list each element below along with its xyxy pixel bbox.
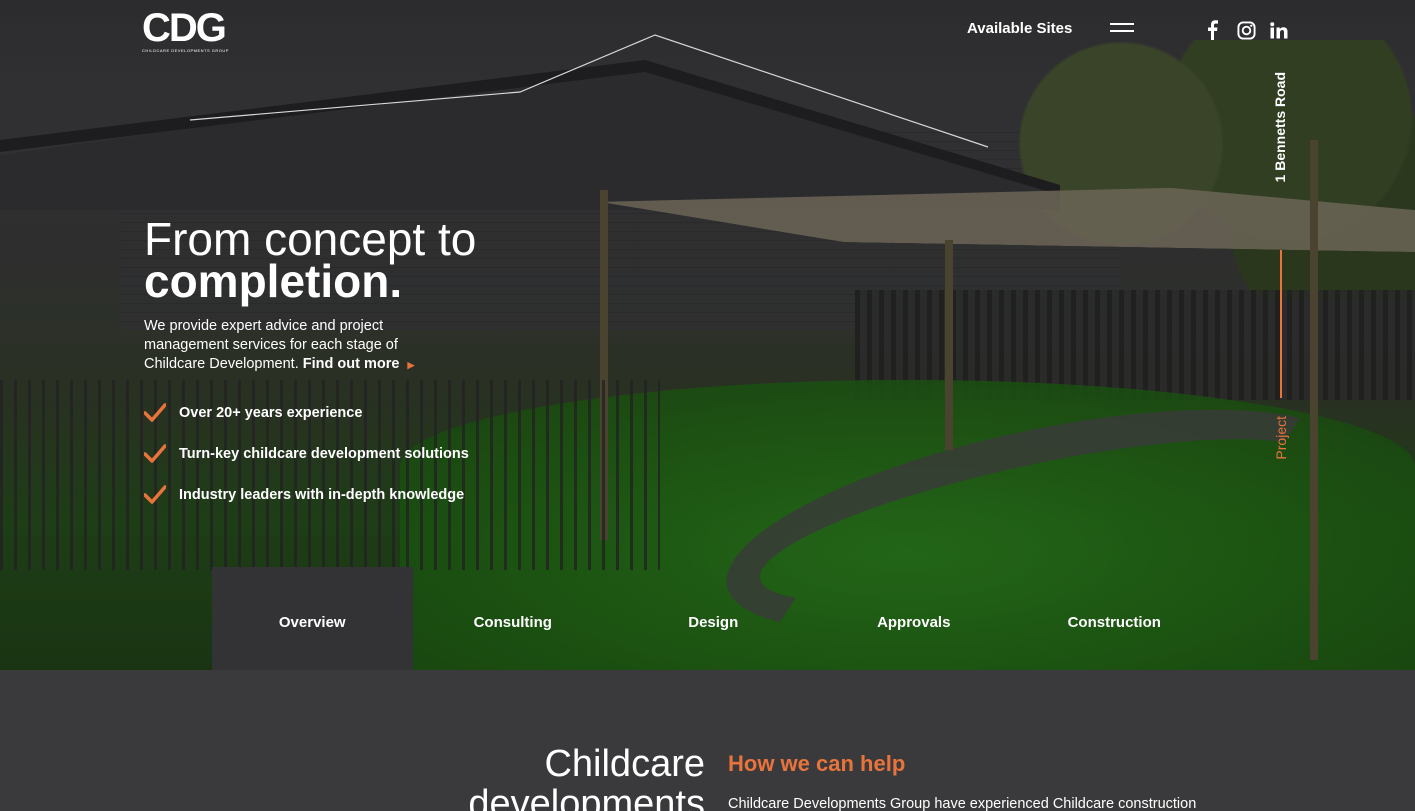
feature-text: Turn-key childcare development solutions (179, 445, 469, 462)
checkmark-icon (144, 402, 166, 422)
checkmark-icon (144, 443, 166, 463)
feature-text: Over 20+ years experience (179, 404, 363, 421)
section-title-line1: Childcare (544, 743, 705, 785)
feature-list: Over 20+ years experience Turn-key child… (144, 392, 469, 515)
pole (1310, 140, 1318, 660)
section-title-line2: developments (468, 783, 705, 811)
content-section: Childcare developments How we can help C… (0, 670, 1415, 811)
feature-item: Over 20+ years experience (144, 392, 469, 433)
hero-title-line2: completion. (144, 255, 403, 307)
menu-bar (1110, 30, 1134, 32)
instagram-icon[interactable] (1235, 19, 1257, 41)
pole (945, 240, 953, 450)
logo-letters: CDG (142, 6, 227, 50)
side-divider (1280, 250, 1282, 398)
help-heading: How we can help (728, 751, 906, 776)
menu-bar (1110, 23, 1134, 25)
project-address-text: 1 Bennetts Road (1272, 72, 1288, 183)
section-title: Childcare developments (468, 744, 705, 811)
tab-consulting[interactable]: Consulting (413, 567, 614, 670)
available-sites-link[interactable]: Available Sites (967, 20, 1072, 37)
find-out-more-label: Find out more (302, 356, 400, 372)
tab-design[interactable]: Design (613, 567, 814, 670)
logo-subtitle: CHILDCARE DEVELOPMENTS GROUP (142, 48, 229, 53)
tab-construction[interactable]: Construction (1014, 567, 1215, 670)
project-label: Project (1273, 416, 1289, 460)
hero-title-line1: From concept to (144, 213, 477, 265)
arrow-right-icon: ▶ (407, 360, 415, 370)
project-label-text: Project (1273, 416, 1289, 460)
tab-approvals[interactable]: Approvals (814, 567, 1015, 670)
find-out-more-link[interactable]: Find out more ▶ (303, 356, 415, 372)
feature-text: Industry leaders with in-depth knowledge (179, 486, 465, 503)
service-tabs: Overview Consulting Design Approvals Con… (212, 567, 1215, 670)
hero-title: From concept to completion. (144, 213, 477, 307)
feature-item: Turn-key childcare development solutions (144, 433, 469, 474)
feature-item: Industry leaders with in-depth knowledge (144, 474, 469, 515)
checkmark-icon (144, 484, 166, 504)
tab-overview[interactable]: Overview (212, 567, 413, 670)
facebook-icon[interactable] (1201, 19, 1223, 41)
hero-description: We provide expert advice and project man… (144, 317, 444, 375)
help-text: Childcare Developments Group have experi… (728, 796, 1197, 811)
project-address: 1 Bennetts Road (1272, 72, 1288, 182)
site-header: CDG CHILDCARE DEVELOPMENTS GROUP Availab… (0, 0, 1415, 60)
logo[interactable]: CDG CHILDCARE DEVELOPMENTS GROUP (142, 8, 228, 54)
linkedin-icon[interactable] (1268, 19, 1290, 41)
hamburger-menu-button[interactable] (1110, 23, 1134, 37)
